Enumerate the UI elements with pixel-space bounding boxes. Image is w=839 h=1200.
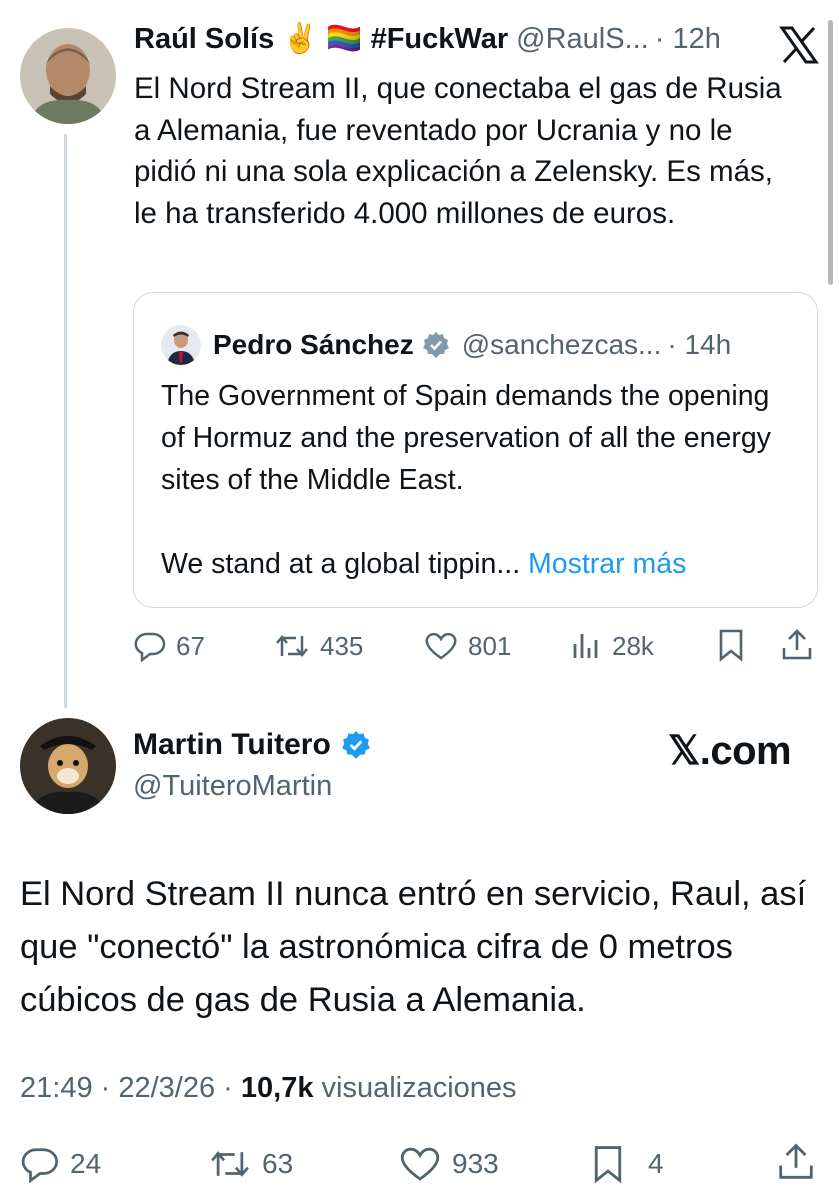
heart-icon <box>425 632 457 660</box>
quote-handle[interactable]: @sanchezcas... <box>462 329 662 361</box>
repost-icon <box>211 1151 249 1177</box>
tweet1-reply-count: 67 <box>176 630 205 661</box>
tweet1-repost-count: 435 <box>320 630 364 661</box>
tweet2-share-button[interactable] <box>776 1142 816 1189</box>
tweet2-like-count: 933 <box>452 1148 499 1179</box>
quote-time[interactable]: · 14h <box>667 329 731 361</box>
quoted-tweet-card[interactable]: Pedro Sánchez @sanchezcas... · 14h The G… <box>133 292 818 608</box>
tweet2-timestamp[interactable]: 21:49 · 22/3/26 · <box>20 1072 241 1104</box>
tweet1-share-button[interactable] <box>780 628 814 669</box>
show-more-link[interactable]: Mostrar más <box>528 548 686 580</box>
tweet2-reply-count: 24 <box>70 1148 102 1179</box>
share-icon <box>779 1143 813 1179</box>
tweet1-repost-button[interactable]: 435 <box>274 630 363 662</box>
heart-icon <box>400 1147 440 1181</box>
tweet1-reply-button[interactable]: 67 <box>134 630 205 662</box>
reply-icon <box>21 1148 58 1183</box>
tweet2-views-count: 10,7k <box>240 1072 314 1104</box>
tweet1-like-count: 801 <box>468 630 512 661</box>
scrollbar[interactable] <box>828 20 833 285</box>
tweet1-time[interactable]: · 12h <box>655 23 721 56</box>
x-com-brand: 𝕏.com <box>668 729 792 773</box>
tweet2-repost-button[interactable]: 63 <box>208 1145 293 1183</box>
views-bar-chart-icon <box>573 634 598 658</box>
tweet1-like-button[interactable]: 801 <box>424 630 511 662</box>
tweet2-bookmark-button[interactable]: 4 <box>590 1144 664 1184</box>
tweet2-reply-button[interactable]: 24 <box>20 1145 101 1183</box>
tweet2-actions: 24 63 933 4 <box>20 1142 820 1186</box>
repost-icon <box>276 635 308 657</box>
verified-badge-icon <box>341 730 371 760</box>
tweet1-handle[interactable]: @RaulS... <box>516 23 649 56</box>
tweet1-views-button[interactable]: 28k <box>570 630 654 662</box>
tweet2-views-label: visualizaciones <box>313 1072 517 1104</box>
tweet2-author-name[interactable]: Martin Tuitero <box>133 728 331 762</box>
bookmark-icon <box>594 1146 622 1184</box>
tweet1-bookmark-button[interactable] <box>716 628 746 669</box>
quote-text-paragraph2: We stand at a global tippin... Mostrar m… <box>161 543 801 585</box>
quote-author-name[interactable]: Pedro Sánchez <box>213 329 414 361</box>
reply-icon <box>134 632 166 662</box>
quote-text-paragraph1: The Government of Spain demands the open… <box>161 380 771 496</box>
tweet2-repost-count: 63 <box>262 1148 294 1179</box>
martin-avatar[interactable] <box>20 718 116 814</box>
thread-line <box>64 134 67 708</box>
raul-avatar[interactable] <box>20 28 116 124</box>
tweet2-author: Martin Tuitero <box>133 728 371 762</box>
quote-text: The Government of Spain demands the open… <box>161 375 801 585</box>
tweet2-handle[interactable]: @TuiteroMartin <box>133 770 332 803</box>
tweet1-views-count: 28k <box>612 630 654 661</box>
tweet2-text: El Nord Stream II nunca entró en servici… <box>20 875 807 1019</box>
x-logo-icon[interactable] <box>779 26 819 74</box>
verified-badge-icon <box>422 331 450 359</box>
quote-header: Pedro Sánchez @sanchezcas... · 14h <box>161 325 731 365</box>
pedro-avatar[interactable] <box>161 325 201 365</box>
tweet1-author-name[interactable]: Raúl Solís ✌️ 🏳️‍🌈 #FuckWar <box>134 22 508 56</box>
tweet2-meta: 21:49 · 22/3/26 · 10,7k visualizaciones <box>20 1072 517 1105</box>
tweet1-actions: 67 435 801 28k <box>134 626 824 666</box>
tweet1-text: El Nord Stream II, que conectaba el gas … <box>134 72 782 230</box>
tweet1-header: Raúl Solís ✌️ 🏳️‍🌈 #FuckWar @RaulS... · … <box>134 22 721 56</box>
quote-text-truncated: We stand at a global tippin... <box>161 548 521 580</box>
share-icon <box>782 629 812 660</box>
tweet2-bookmark-count: 4 <box>648 1148 664 1179</box>
bookmark-icon <box>719 629 743 662</box>
tweet2-like-button[interactable]: 933 <box>398 1144 499 1184</box>
